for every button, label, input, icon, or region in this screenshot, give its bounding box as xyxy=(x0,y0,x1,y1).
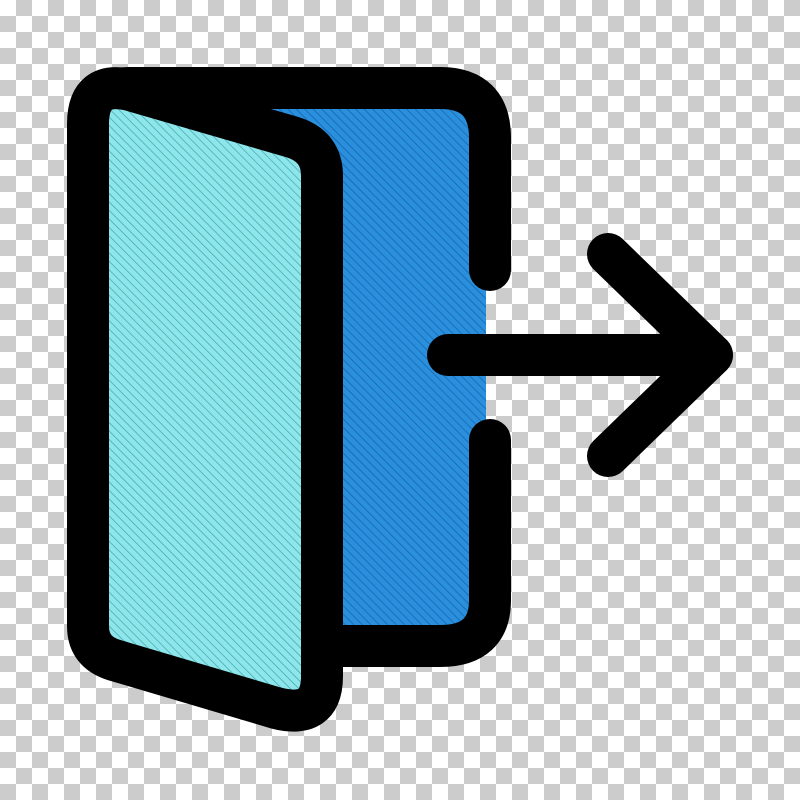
exit-door-icon xyxy=(67,67,733,732)
door-panel xyxy=(67,67,343,732)
icon-canvas xyxy=(0,0,800,800)
door-panel-fill xyxy=(88,88,322,711)
